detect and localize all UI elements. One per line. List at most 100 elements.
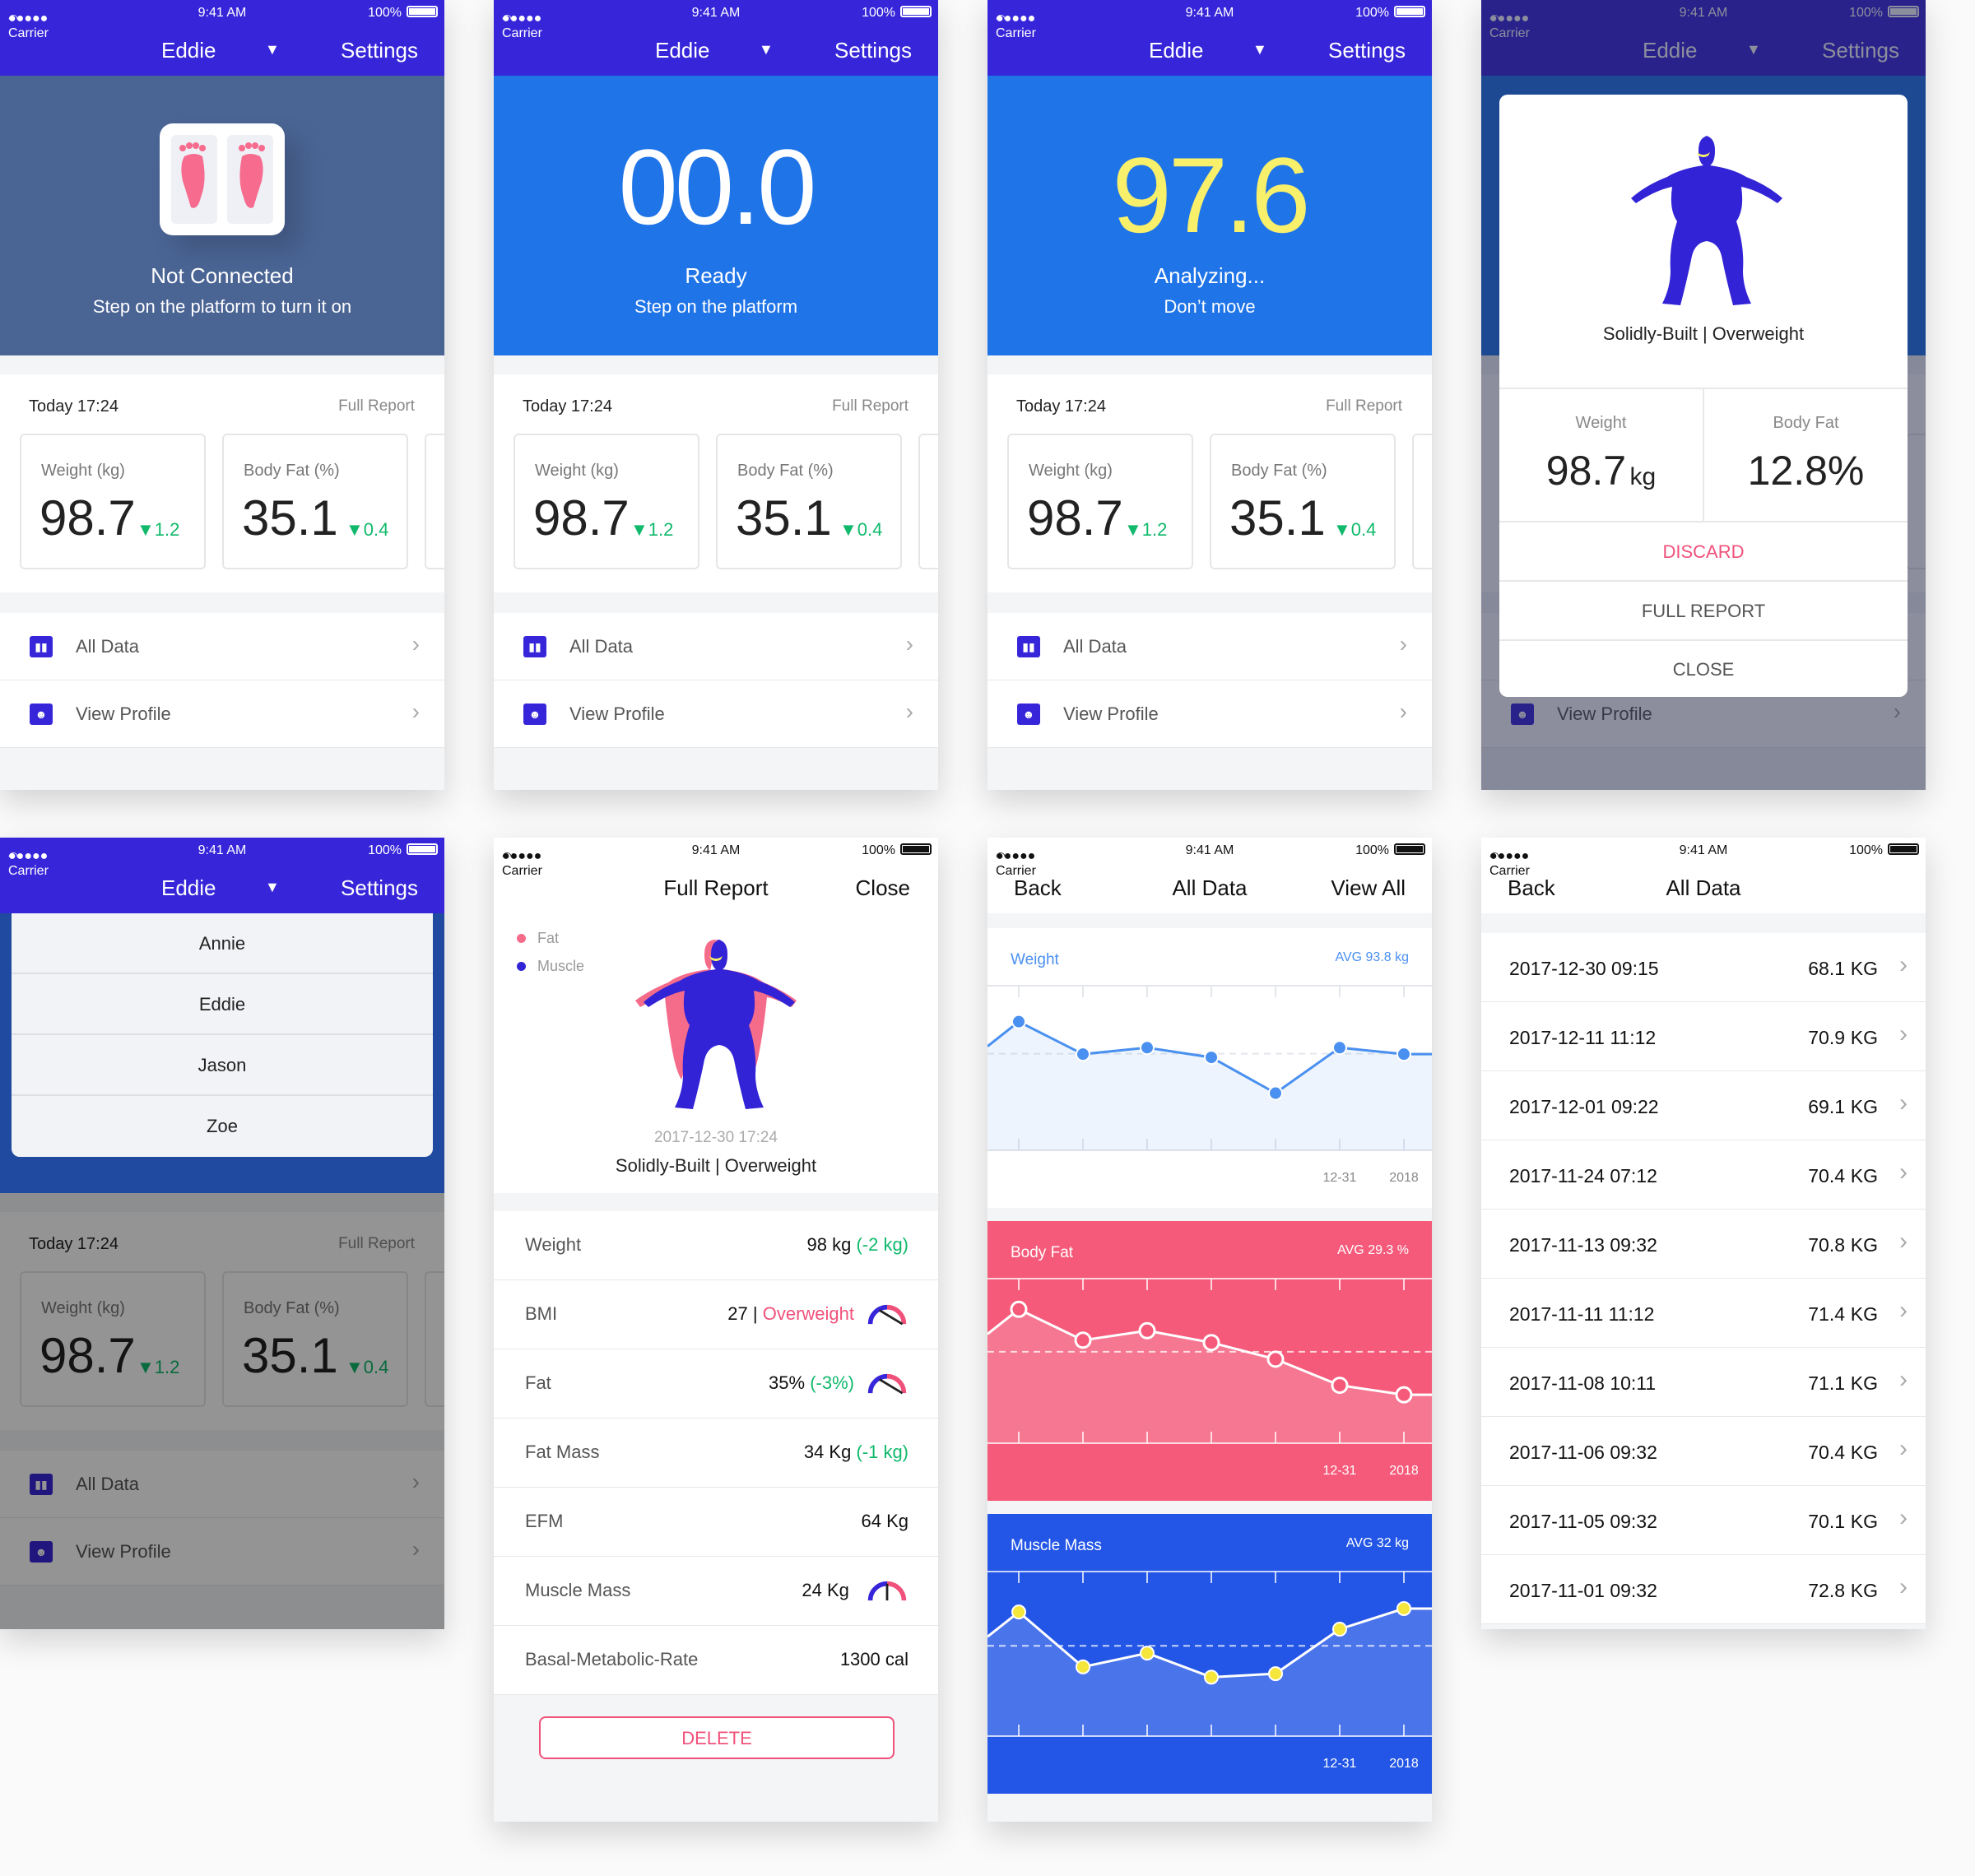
- user-selector[interactable]: Eddie: [1149, 38, 1204, 63]
- full-report-button[interactable]: FULL REPORT: [1499, 580, 1908, 639]
- metric-label: Muscle Mass: [525, 1580, 631, 1600]
- record-row[interactable]: 2017-12-11 11:12 70.9 KG ›: [1481, 1002, 1926, 1071]
- user-option[interactable]: Jason: [12, 1035, 433, 1096]
- page-title: All Data: [1666, 875, 1741, 900]
- record-row[interactable]: 2017-12-30 09:15 68.1 KG ›: [1481, 933, 1926, 1002]
- metric-value-group: 27 | Overweight: [727, 1303, 908, 1326]
- metric-value: 64 Kg: [861, 1511, 909, 1531]
- screen-result-modal: ●●●●● Carrier ◠9:41 AM100% Eddie ▼ Setti…: [1481, 0, 1926, 790]
- data-point[interactable]: [1010, 1300, 1028, 1318]
- metric-value: 98 kg: [806, 1234, 852, 1255]
- next-tile[interactable]: [1412, 434, 1432, 569]
- data-point[interactable]: [1140, 1646, 1155, 1661]
- area-fill: [988, 1021, 1432, 1150]
- weight-tile[interactable]: Weight (kg) 98.7▼1.2: [1007, 434, 1193, 569]
- full-report-link[interactable]: Full Report: [832, 397, 908, 416]
- record-row[interactable]: 2017-11-24 07:12 70.4 KG ›: [1481, 1140, 1926, 1210]
- weight-tile-value: 98.7: [533, 490, 630, 546]
- record-row[interactable]: 2017-11-05 09:32 70.1 KG ›: [1481, 1486, 1926, 1555]
- data-point[interactable]: [1138, 1321, 1156, 1340]
- record-date: 2017-12-11 11:12: [1509, 1027, 1657, 1048]
- user-option[interactable]: Annie: [12, 913, 433, 974]
- battery-icon: [1394, 6, 1425, 17]
- body-fat-tile[interactable]: Body Fat (%) 35.1 ▼0.4: [716, 434, 902, 569]
- data-point[interactable]: [1332, 1622, 1347, 1637]
- record-row[interactable]: 2017-11-11 11:12 71.4 KG ›: [1481, 1279, 1926, 1348]
- body-fat-tile-label: Body Fat (%): [737, 462, 834, 480]
- all-data-label: All Data: [569, 636, 634, 657]
- view-profile-row[interactable]: ☻ View Profile ›: [494, 680, 938, 748]
- user-option[interactable]: Eddie: [12, 974, 433, 1035]
- data-point[interactable]: [1396, 1601, 1411, 1616]
- record-row[interactable]: 2017-11-13 09:32 70.8 KG ›: [1481, 1210, 1926, 1279]
- user-selector[interactable]: Eddie: [161, 38, 216, 63]
- discard-button[interactable]: DISCARD: [1499, 521, 1908, 580]
- profile-icon: ☻: [523, 704, 546, 725]
- full-report-link[interactable]: Full Report: [1326, 397, 1402, 416]
- settings-button[interactable]: Settings: [341, 875, 418, 901]
- status-bar: ●●●●● Carrier ◠9:41 AM100%: [494, 0, 938, 40]
- view-profile-row[interactable]: ☻ View Profile ›: [988, 680, 1432, 748]
- user-selector[interactable]: Eddie: [655, 38, 710, 63]
- chart-average: AVG 29.3 %: [1337, 1243, 1409, 1257]
- record-row[interactable]: 2017-12-01 09:22 69.1 KG ›: [1481, 1071, 1926, 1140]
- close-button[interactable]: CLOSE: [1499, 639, 1908, 697]
- data-point[interactable]: [1332, 1040, 1347, 1056]
- data-point[interactable]: [1011, 1014, 1026, 1029]
- data-point[interactable]: [1268, 1666, 1283, 1682]
- body-fat-tile[interactable]: Body Fat (%) 35.1 ▼0.4: [222, 434, 408, 569]
- all-data-row[interactable]: ▮▮ All Data ›: [494, 613, 938, 680]
- data-point[interactable]: [1074, 1331, 1092, 1349]
- metric-label: Weight: [525, 1234, 582, 1255]
- data-point[interactable]: [1204, 1050, 1219, 1066]
- chevron-down-icon[interactable]: ▼: [1252, 41, 1267, 58]
- record-row[interactable]: 2017-11-06 09:32 70.4 KG ›: [1481, 1417, 1926, 1486]
- user-selector[interactable]: Eddie: [161, 875, 216, 901]
- screen-ready: ●●●●● Carrier ◠ 9:41 AM 100% Eddie ▼ Setti…: [494, 0, 938, 790]
- view-profile-row[interactable]: ☻ View Profile ›: [0, 680, 444, 748]
- user-list: Annie Eddie Jason Zoe: [12, 913, 433, 1157]
- next-tile[interactable]: [425, 434, 444, 569]
- delete-button[interactable]: DELETE: [539, 1716, 895, 1759]
- data-point[interactable]: [1140, 1040, 1155, 1056]
- record-unit: KG: [1850, 1165, 1878, 1186]
- view-all-button[interactable]: View All: [1331, 875, 1406, 901]
- data-point[interactable]: [1076, 1659, 1090, 1674]
- battery-icon: [900, 843, 932, 855]
- next-tile[interactable]: [918, 434, 938, 569]
- all-data-row[interactable]: ▮▮ All Data ›: [988, 613, 1432, 680]
- full-report-link[interactable]: Full Report: [338, 397, 415, 416]
- metric-value-group: 64 Kg: [862, 1511, 909, 1532]
- data-point[interactable]: [1396, 1047, 1411, 1062]
- body-fat-tile[interactable]: Body Fat (%) 35.1 ▼0.4: [1210, 434, 1396, 569]
- data-point[interactable]: [1204, 1669, 1219, 1685]
- weight-tile[interactable]: Weight (kg) 98.7▼1.2: [514, 434, 699, 569]
- record-row[interactable]: 2017-11-08 10:11 71.1 KG ›: [1481, 1348, 1926, 1417]
- settings-button[interactable]: Settings: [1328, 38, 1406, 63]
- chevron-down-icon[interactable]: ▼: [759, 41, 774, 58]
- close-button[interactable]: Close: [856, 875, 910, 901]
- weight-tile[interactable]: Weight (kg) 98.7▼1.2: [20, 434, 206, 569]
- data-point[interactable]: [1266, 1350, 1285, 1368]
- user-option[interactable]: Zoe: [12, 1096, 433, 1157]
- all-data-row[interactable]: ▮▮ All Data ›: [0, 613, 444, 680]
- scale-status-panel: 97.6 Analyzing... Don’t move: [988, 76, 1432, 355]
- report-row: Basal-Metabolic-Rate 1300 cal: [494, 1626, 938, 1695]
- data-point[interactable]: [1202, 1334, 1220, 1352]
- chevron-right-icon: ›: [1899, 1573, 1908, 1600]
- data-point[interactable]: [1331, 1377, 1349, 1395]
- chevron-right-icon: ›: [1399, 631, 1407, 657]
- all-data-label: All Data: [76, 636, 140, 657]
- settings-button[interactable]: Settings: [834, 38, 912, 63]
- settings-button[interactable]: Settings: [341, 38, 418, 63]
- record-value: 70.1: [1808, 1511, 1845, 1532]
- data-point[interactable]: [1076, 1047, 1090, 1062]
- chevron-down-icon[interactable]: ▼: [265, 879, 280, 896]
- data-point[interactable]: [1011, 1604, 1026, 1620]
- connection-title: Not Connected: [151, 263, 294, 288]
- data-point[interactable]: [1268, 1085, 1283, 1101]
- analyzing-subtitle: Don’t move: [1164, 296, 1256, 317]
- data-point[interactable]: [1395, 1386, 1413, 1404]
- chevron-down-icon[interactable]: ▼: [265, 41, 280, 58]
- record-row[interactable]: 2017-11-01 09:32 72.8 KG ›: [1481, 1555, 1926, 1624]
